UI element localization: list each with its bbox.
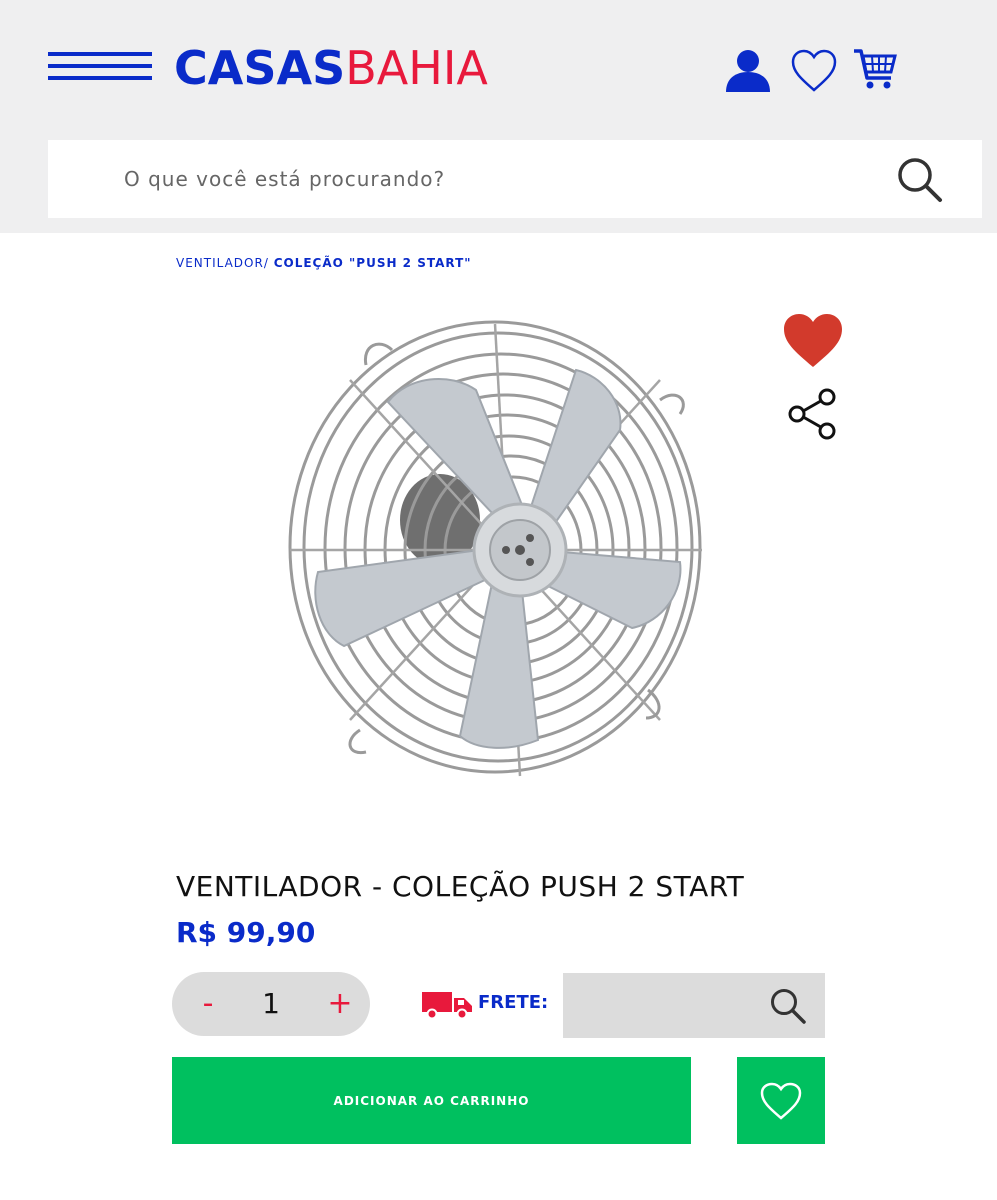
fan-image (288, 320, 702, 777)
user-icon[interactable] (724, 46, 772, 94)
quantity-stepper: - 1 + (172, 972, 370, 1036)
product-title: VENTILADOR - COLEÇÃO PUSH 2 START (176, 870, 745, 903)
heart-outline-icon (760, 1082, 802, 1120)
menu-button[interactable] (48, 50, 152, 86)
search-input[interactable] (48, 140, 888, 218)
share-icon[interactable] (786, 388, 840, 440)
wishlist-button[interactable] (737, 1057, 825, 1144)
logo-part-casas: CASAS (174, 41, 346, 95)
quantity-plus-button[interactable]: + (318, 980, 362, 1028)
breadcrumb-item-colecao[interactable]: COLEÇÃO "PUSH 2 START" (274, 256, 472, 270)
quantity-value[interactable]: 1 (242, 980, 300, 1028)
cart-icon[interactable] (852, 46, 898, 92)
menu-bar (48, 52, 152, 56)
product-price: R$ 99,90 (176, 916, 316, 949)
site-header: CASASBAHIA (0, 0, 997, 233)
logo-part-bahia: BAHIA (345, 41, 488, 95)
heart-outline-icon[interactable] (790, 48, 838, 94)
menu-bar (48, 64, 152, 68)
menu-bar (48, 76, 152, 80)
add-to-cart-button[interactable]: ADICIONAR AO CARRINHO (172, 1057, 691, 1144)
quantity-minus-button[interactable]: - (186, 980, 230, 1028)
shipping-search-icon[interactable] (768, 986, 808, 1026)
truck-icon (422, 992, 472, 1020)
shipping-label: FRETE: (478, 992, 549, 1013)
search-icon[interactable] (894, 154, 946, 206)
breadcrumb-item-ventilador[interactable]: VENTILADOR/ (176, 256, 269, 270)
search-bar (48, 140, 982, 218)
favorite-heart-icon[interactable] (782, 312, 844, 370)
breadcrumb: VENTILADOR/ COLEÇÃO "PUSH 2 START" (176, 256, 472, 270)
site-logo[interactable]: CASASBAHIA (174, 40, 488, 96)
